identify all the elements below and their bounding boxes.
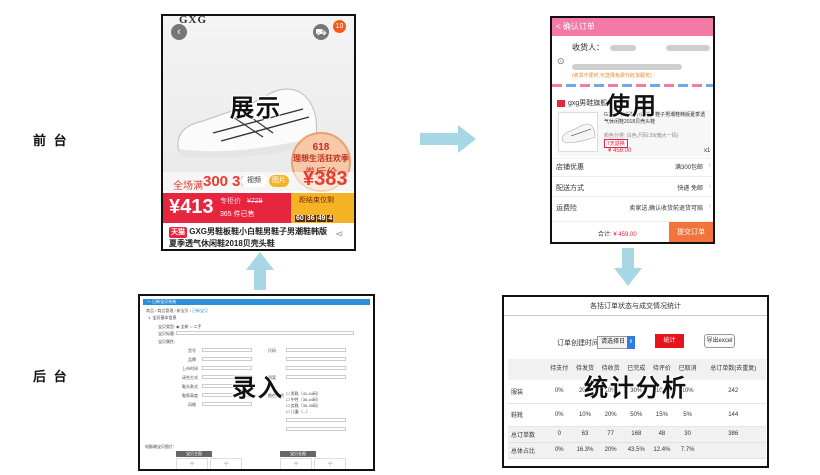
share-icon[interactable]: ⋖ xyxy=(335,229,343,240)
option-checkbox[interactable]: ☐ 儿童（...） xyxy=(286,409,310,415)
type-used-radio[interactable]: ○ 二手 xyxy=(190,324,202,330)
cart-icon[interactable]: ⛟ xyxy=(313,24,329,40)
table-row: 鞋靴 0% 10% 20% 50% 15% 5% 144 xyxy=(508,403,766,427)
stats-title: 各括订单状态与成交情况统计 xyxy=(590,303,681,310)
field-select[interactable] xyxy=(286,366,346,370)
countdown-digits: 60 36 49 4 xyxy=(295,215,334,222)
main-image-tab[interactable]: 宝贝主图 xyxy=(176,451,212,457)
product-title: 天猫 GXG男鞋板鞋小白鞋男鞋子男潮鞋韩版夏季透气休闲鞋2018贝壳头鞋 xyxy=(169,227,328,248)
date-select[interactable]: 请选择日 ⇕ xyxy=(597,336,635,349)
submit-order-button[interactable]: 提交订单 xyxy=(669,222,713,242)
add-image-button[interactable]: + xyxy=(176,458,208,469)
size-select[interactable] xyxy=(286,348,346,352)
sneaker-icon xyxy=(561,123,596,144)
toe-label: 鞋头款式 xyxy=(182,384,198,389)
brand-select[interactable] xyxy=(202,357,252,361)
closure-label: 闭合方式 xyxy=(182,375,198,380)
pattern-select[interactable] xyxy=(286,375,346,379)
attribute-label: 宝贝属性: xyxy=(158,339,176,344)
front-stage-label: 前 台 xyxy=(33,133,69,148)
location-pin-icon: ⊙ xyxy=(557,56,565,66)
order-total: 合计: ¥ 459.00 xyxy=(598,232,637,238)
type-new-radio[interactable]: ◉ 全新 xyxy=(176,324,189,330)
table-row: 总订单数 0 63 77 168 48 30 386 xyxy=(508,426,766,443)
insurance-row[interactable]: 运费险 卖家送,确认收货前退货可赔 › xyxy=(556,203,711,213)
picture-label: 电脑端宝贝图片： xyxy=(145,444,177,449)
brand-label: 品牌 xyxy=(188,357,196,362)
brand-logo: GXG xyxy=(179,14,208,26)
item-no-label: 货号 xyxy=(188,348,196,353)
order-footer: 合计: ¥ 459.00 提交订单 xyxy=(552,221,713,242)
field-select[interactable] xyxy=(286,418,346,422)
breadcrumb: 商品 / 商品管理 / 新宝贝 / 已新宝贝 xyxy=(146,308,209,313)
long-image-tab[interactable]: 宝贝长图 xyxy=(280,451,316,457)
video-tab[interactable]: 视频 xyxy=(241,175,267,187)
back-icon[interactable]: ‹ xyxy=(171,24,187,40)
type-label: 宝贝类型: xyxy=(158,324,176,329)
style-label: 风格 xyxy=(188,402,196,407)
original-price: 专柜价 ¥729 xyxy=(220,198,263,205)
export-excel-button[interactable]: 导出excel xyxy=(704,334,735,348)
title-label: 宝贝标题: xyxy=(158,331,176,336)
arrow-up-icon xyxy=(246,252,274,290)
size-label: 尺码 xyxy=(268,348,276,353)
stat-button[interactable]: 统计 xyxy=(655,334,684,348)
chevron-right-icon: › xyxy=(708,183,711,190)
add-image-button[interactable]: + xyxy=(210,458,242,469)
label-display: 展示 xyxy=(230,95,282,122)
mall-tag: 天猫 xyxy=(169,227,187,238)
field-select[interactable] xyxy=(286,357,346,361)
filter-label: 订单创建时间 xyxy=(557,340,599,347)
item-no-input[interactable] xyxy=(202,348,252,352)
item-price: ¥ 459.00 xyxy=(608,148,632,154)
order-page-screenshot: < 确认订单 收货人： ⊙ (收货不便时,可选择免费代收货服务) gxg男鞋旗舰… xyxy=(550,16,715,244)
admin-header: 一 已新宝贝系统 xyxy=(143,299,370,305)
order-header[interactable]: < 确认订单 xyxy=(552,18,713,36)
item-spec: 颜色分类: 白色;尺码:39(偏大一码) xyxy=(604,133,679,139)
section-title: 1. 宝贝基本信息 xyxy=(148,315,177,320)
current-price: ¥413 xyxy=(169,196,214,218)
add-image-button[interactable]: + xyxy=(280,458,312,469)
label-entry: 录入 xyxy=(232,375,284,402)
arrow-down-icon xyxy=(614,248,642,286)
photo-tab[interactable]: 图片 xyxy=(269,175,289,187)
select-arrow-icon: ⇕ xyxy=(627,336,635,349)
launch-label: 上市时间 xyxy=(182,366,198,371)
label-analysis: 统计分析 xyxy=(584,375,688,402)
item-qty: x1 xyxy=(704,148,711,154)
title-input[interactable] xyxy=(176,331,354,335)
product-page-screenshot: GXG ‹ ⛟ 10 618 理想生活狂欢季 券后价 全场满 300 30 视频… xyxy=(161,14,356,251)
receiver-row: 收货人： xyxy=(572,42,710,53)
cart-badge: 10 xyxy=(333,20,346,33)
countdown-box: 距结束仅剩 60 36 49 4 xyxy=(291,193,354,223)
shop-discount-row[interactable]: 店铺优惠 满300包邮 › xyxy=(556,162,711,172)
coupon-price: ¥383 xyxy=(303,168,348,190)
upper-label: 鞋帮高度 xyxy=(182,393,198,398)
delivery-row[interactable]: 配送方式 快递 免邮 › xyxy=(556,183,711,193)
add-image-button[interactable]: + xyxy=(314,458,346,469)
delivery-note: (收货不便时,可选择免费代收货服务) xyxy=(572,73,652,79)
item-thumbnail xyxy=(558,112,598,152)
sold-count: 365 件已售 xyxy=(220,211,255,218)
chevron-right-icon: › xyxy=(708,203,711,210)
label-use: 使用 xyxy=(606,93,658,120)
return-tag: 7天退换 xyxy=(604,139,628,148)
arrow-right-icon xyxy=(420,125,476,153)
field-select[interactable] xyxy=(286,427,346,431)
store-icon xyxy=(557,99,565,107)
table-row: 总体占比 0% 16.3% 20% 43.5% 12.4% 7.7% xyxy=(508,442,766,459)
chevron-right-icon: › xyxy=(708,162,711,169)
back-stage-label: 后 台 xyxy=(33,369,69,384)
